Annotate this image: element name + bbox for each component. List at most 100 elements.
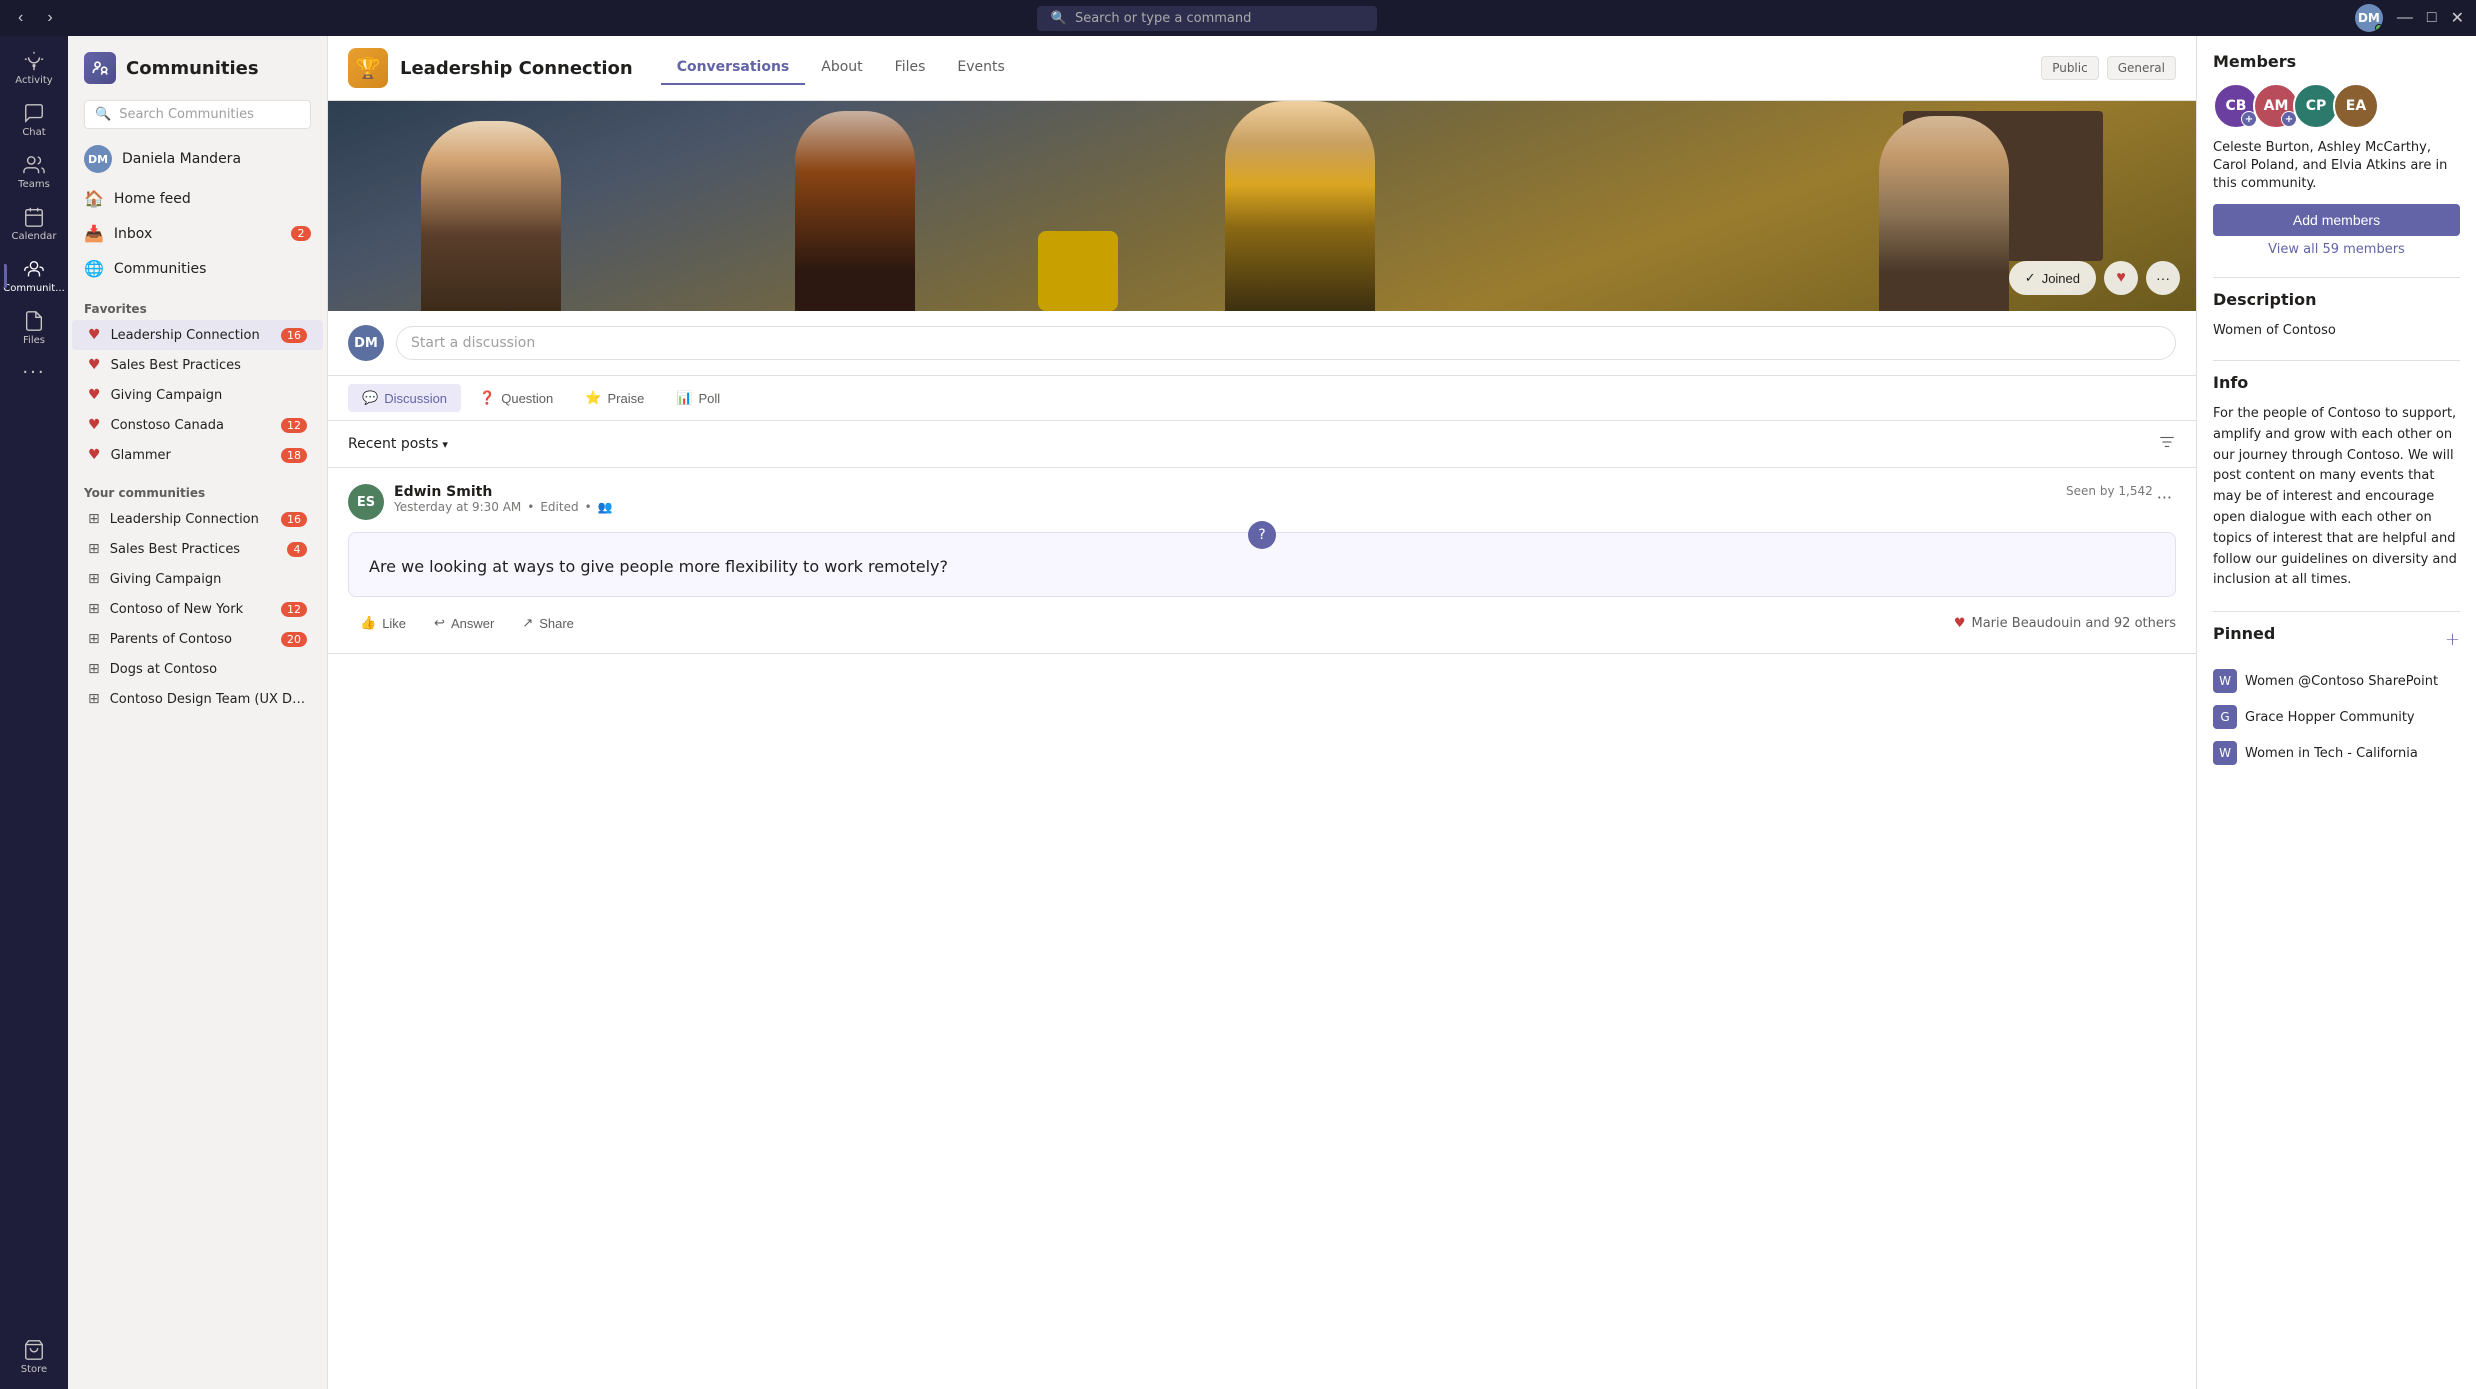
your-community-badge-3: 12: [281, 602, 307, 617]
filter-icon[interactable]: [2158, 433, 2176, 455]
heart-reaction-icon: ♥: [1954, 616, 1966, 631]
post-author-name: Edwin Smith: [394, 484, 2066, 500]
sidebar-item-giving-campaign[interactable]: ♥ Giving Campaign: [72, 380, 323, 410]
your-community-sbp[interactable]: ⊞ Sales Best Practices 4: [72, 534, 323, 564]
sidebar-label-teams: Teams: [18, 179, 50, 190]
your-community-design[interactable]: ⊞ Contoso Design Team (UX Desi...: [72, 684, 323, 714]
fav-item-badge-4: 18: [281, 448, 307, 463]
your-community-dogs[interactable]: ⊞ Dogs at Contoso: [72, 654, 323, 684]
add-members-button[interactable]: Add members: [2213, 204, 2460, 236]
pinned-item-label-2: Women in Tech - California: [2245, 746, 2418, 761]
sidebar-item-calendar[interactable]: Calendar: [8, 200, 60, 248]
forward-button[interactable]: ›: [41, 7, 58, 29]
your-community-gc[interactable]: ⊞ Giving Campaign: [72, 564, 323, 594]
discussion-input[interactable]: Start a discussion: [396, 326, 2176, 360]
share-icon: ↗: [522, 615, 533, 631]
dot-separator-2: •: [585, 500, 592, 514]
your-community-cny[interactable]: ⊞ Contoso of New York 12: [72, 594, 323, 624]
recent-posts-label: Recent posts: [348, 436, 438, 452]
your-community-lc[interactable]: ⊞ Leadership Connection 16: [72, 504, 323, 534]
back-button[interactable]: ‹: [12, 7, 29, 29]
community-grid-icon-4: ⊞: [88, 631, 100, 647]
user-name: Daniela Mandera: [122, 151, 241, 167]
minimize-button[interactable]: —: [2397, 9, 2413, 27]
description-section: Description Women of Contoso: [2213, 290, 2460, 341]
title-bar: ‹ › 🔍 Search or type a command DM — □ ✕: [0, 0, 2476, 36]
your-community-parents[interactable]: ⊞ Parents of Contoso 20: [72, 624, 323, 654]
answer-action-button[interactable]: ↩ Answer: [422, 609, 506, 637]
icon-sidebar: Activity Chat Teams Calendar: [0, 36, 68, 1389]
pinned-item-1[interactable]: G Grace Hopper Community: [2213, 699, 2460, 735]
answer-icon: ↩: [434, 615, 445, 631]
more-options-button[interactable]: ···: [2146, 261, 2180, 295]
description-title: Description: [2213, 290, 2460, 309]
sidebar-item-teams[interactable]: Teams: [8, 148, 60, 196]
pinned-item-icon-0: W: [2213, 669, 2237, 693]
favorites-header: Favorites: [68, 286, 327, 320]
divider-3: [2213, 611, 2460, 612]
praise-type-label: Praise: [607, 391, 644, 406]
member-avatar-3: EA: [2333, 83, 2379, 129]
post-type-poll[interactable]: 📊 Poll: [662, 384, 734, 412]
fav-item-label-4: Glammer: [111, 448, 271, 463]
post-more-button[interactable]: ···: [2153, 484, 2176, 511]
tab-conversations[interactable]: Conversations: [661, 51, 806, 85]
nav-communities[interactable]: 🌐 Communities: [68, 251, 327, 286]
pinned-item-label-1: Grace Hopper Community: [2245, 710, 2415, 725]
your-community-badge-0: 16: [281, 512, 307, 527]
seen-count: Seen by 1,542: [2066, 484, 2153, 498]
sidebar-item-activity[interactable]: Activity: [8, 44, 60, 92]
post-type-discussion[interactable]: 💬 Discussion: [348, 384, 461, 412]
nav-user-profile[interactable]: DM Daniela Mandera: [68, 137, 327, 181]
tab-about[interactable]: About: [805, 51, 878, 85]
recent-posts-dropdown[interactable]: Recent posts ▾: [348, 436, 448, 452]
discussion-box: DM Start a discussion: [328, 311, 2196, 376]
dropdown-chevron-icon: ▾: [442, 438, 448, 451]
user-avatar-title[interactable]: DM: [2355, 4, 2383, 32]
community-logo: 🏆: [348, 48, 388, 88]
favorite-heart-icon-1: ♥: [88, 357, 101, 373]
sidebar-item-chat[interactable]: Chat: [8, 96, 60, 144]
sidebar-search[interactable]: 🔍 Search Communities: [84, 100, 311, 129]
view-all-members-link[interactable]: View all 59 members: [2213, 242, 2460, 257]
sidebar-item-files[interactable]: Files: [8, 304, 60, 352]
tab-files[interactable]: Files: [879, 51, 942, 85]
pinned-add-button[interactable]: +: [2445, 629, 2460, 650]
post-type-praise[interactable]: ⭐ Praise: [571, 384, 658, 412]
sidebar-label-activity: Activity: [15, 75, 52, 86]
title-bar-navigation[interactable]: ‹ ›: [12, 7, 59, 29]
user-avatar-nav: DM: [84, 145, 112, 173]
maximize-button[interactable]: □: [2427, 9, 2437, 27]
joined-button[interactable]: ✓ Joined: [2009, 261, 2096, 295]
tab-events[interactable]: Events: [941, 51, 1020, 85]
pinned-item-2[interactable]: W Women in Tech - California: [2213, 735, 2460, 771]
question-type-icon: ❓: [479, 390, 495, 406]
post-types: 💬 Discussion ❓ Question ⭐ Praise 📊 Poll: [328, 376, 2196, 421]
question-type-label: Question: [501, 391, 553, 406]
close-button[interactable]: ✕: [2451, 8, 2464, 28]
sidebar-item-glammer[interactable]: ♥ Glammer 18: [72, 440, 323, 470]
fav-item-badge-3: 12: [281, 418, 307, 433]
post-card: ES Edwin Smith Yesterday at 9:30 AM • Ed…: [328, 468, 2196, 654]
like-button[interactable]: ♥: [2104, 261, 2138, 295]
sidebar-item-sales-best-practices[interactable]: ♥ Sales Best Practices: [72, 350, 323, 380]
sidebar-item-store[interactable]: Store: [8, 1333, 60, 1381]
share-action-button[interactable]: ↗ Share: [510, 609, 586, 637]
public-badge: Public: [2041, 56, 2099, 80]
pinned-item-0[interactable]: W Women @Contoso SharePoint: [2213, 663, 2460, 699]
title-search-placeholder[interactable]: Search or type a command: [1075, 11, 1251, 26]
post-type-question[interactable]: ❓ Question: [465, 384, 567, 412]
like-action-button[interactable]: 👍 Like: [348, 609, 418, 637]
sidebar-item-communities[interactable]: Communit...: [8, 252, 60, 300]
sidebar-label-calendar: Calendar: [12, 231, 57, 242]
nav-inbox[interactable]: 📥 Inbox 2: [68, 216, 327, 251]
discussion-type-label: Discussion: [384, 391, 447, 406]
nav-home-feed[interactable]: 🏠 Home feed: [68, 181, 327, 216]
favorite-heart-icon-4: ♥: [88, 447, 101, 463]
header-right: Public General: [2041, 56, 2176, 80]
community-main: 🏆 Leadership Connection Conversations Ab…: [328, 36, 2196, 1389]
sidebar-item-leadership-connection[interactable]: ♥ Leadership Connection 16: [72, 320, 323, 350]
sidebar-item-more[interactable]: ···: [8, 356, 60, 389]
community-grid-icon-3: ⊞: [88, 601, 100, 617]
sidebar-item-contoso-canada[interactable]: ♥ Constoso Canada 12: [72, 410, 323, 440]
